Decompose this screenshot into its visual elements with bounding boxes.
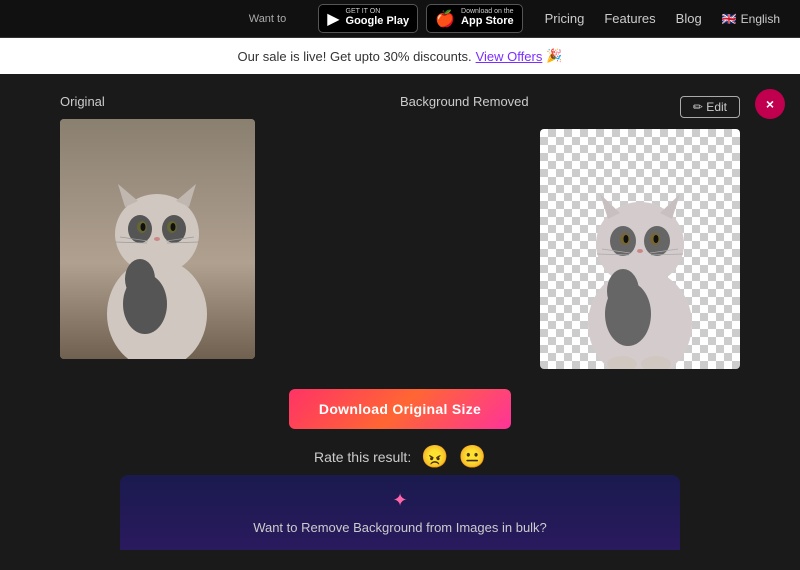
images-section: Original <box>60 94 740 369</box>
rating-label: Rate this result: <box>314 449 411 465</box>
app-store-text: Download on the App Store <box>461 8 514 28</box>
original-cat-image <box>60 119 255 359</box>
removed-bg-panel: Background Removed ✏ Edit <box>400 94 740 369</box>
sale-banner: Our sale is live! Get upto 30% discounts… <box>0 38 800 74</box>
edit-button[interactable]: ✏ Edit <box>680 96 740 118</box>
apple-icon: 🍎 <box>435 9 455 29</box>
bulk-icon: ✦ <box>392 490 407 511</box>
removed-label: Background Removed <box>400 94 529 109</box>
rating-bad-button[interactable]: 😠 <box>421 444 448 470</box>
nav-blog[interactable]: Blog <box>676 11 702 26</box>
header: Want to ▶ GET IT ON Google Play 🍎 Downlo… <box>0 0 800 38</box>
language-selector[interactable]: 🇬🇧 English <box>722 12 780 26</box>
rating-row: Rate this result: 😠 😐 <box>314 444 486 470</box>
want-to-text: Want to <box>249 13 287 25</box>
bottom-banner: ✦ Want to Remove Background from Images … <box>120 475 680 550</box>
original-panel: Original <box>60 94 400 359</box>
nav-links: Pricing Features Blog 🇬🇧 English <box>545 11 780 26</box>
nav-pricing[interactable]: Pricing <box>545 11 585 26</box>
actions: Download Original Size Rate this result:… <box>60 389 740 470</box>
google-play-icon: ▶ <box>327 9 339 29</box>
nav-features[interactable]: Features <box>604 11 655 26</box>
google-play-text: GET IT ON Google Play <box>346 8 410 28</box>
download-button[interactable]: Download Original Size <box>289 389 511 429</box>
removed-bg-header: Background Removed ✏ Edit <box>400 94 740 119</box>
cat-svg-removed <box>540 129 740 369</box>
original-label: Original <box>60 94 105 109</box>
app-store-badge[interactable]: 🍎 Download on the App Store <box>426 4 522 32</box>
removed-image-container <box>540 129 740 369</box>
banner-text: Our sale is live! Get upto 30% discounts… <box>237 49 471 64</box>
google-play-badge[interactable]: ▶ GET IT ON Google Play <box>318 4 418 32</box>
original-image-container <box>60 119 255 359</box>
rating-neutral-button[interactable]: 😐 <box>459 444 486 470</box>
flag-icon: 🇬🇧 <box>722 12 737 26</box>
header-left: Want to <box>20 13 306 25</box>
cat-svg-original <box>60 119 255 359</box>
store-badges: ▶ GET IT ON Google Play 🍎 Download on th… <box>318 4 522 32</box>
view-offers-link[interactable]: View Offers <box>476 49 543 64</box>
main-content: × Original <box>0 74 800 570</box>
banner-emoji: 🎉 <box>546 48 562 64</box>
close-button[interactable]: × <box>755 89 785 119</box>
lang-label: English <box>741 12 780 26</box>
